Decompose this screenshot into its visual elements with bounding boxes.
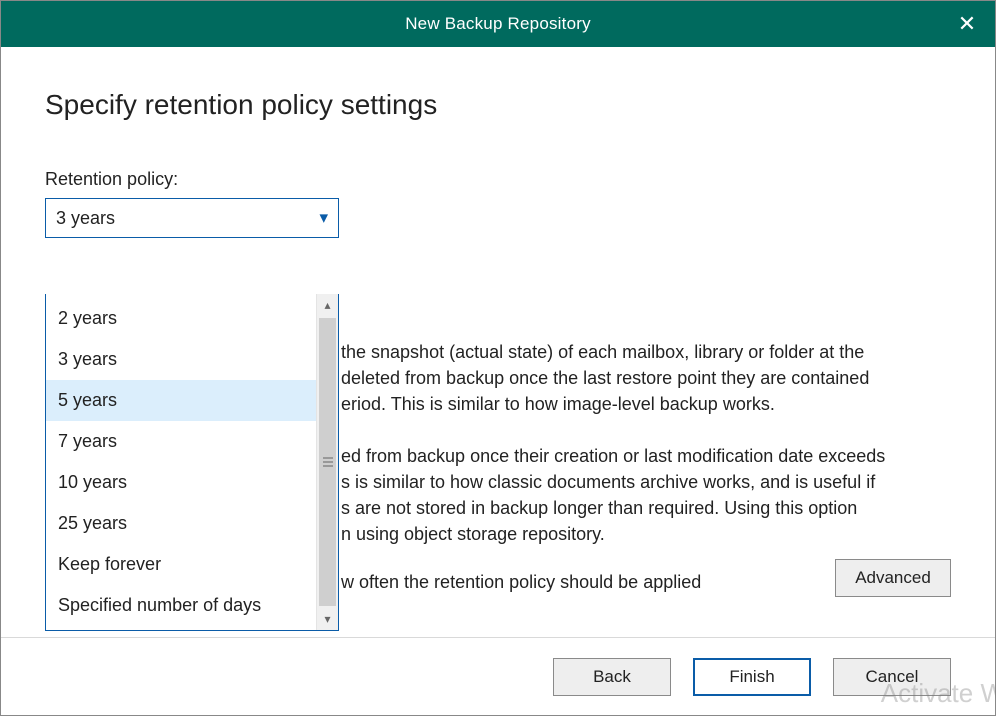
dropdown-option[interactable]: 7 years [46, 421, 316, 462]
scroll-down-icon[interactable]: ▾ [317, 608, 338, 630]
dialog-new-backup-repository: New Backup Repository ✕ Specify retentio… [0, 0, 996, 716]
window-title: New Backup Repository [405, 14, 591, 34]
retention-policy-value: 3 years [56, 208, 115, 229]
dropdown-option[interactable]: 10 years [46, 462, 316, 503]
finish-button[interactable]: Finish [693, 658, 811, 696]
scroll-thumb[interactable] [319, 318, 336, 606]
scroll-up-icon[interactable]: ▴ [317, 294, 338, 316]
description-snapshot: the snapshot (actual state) of each mail… [341, 339, 869, 417]
dropdown-scrollbar[interactable]: ▴ ▾ [316, 294, 338, 630]
close-button[interactable]: ✕ [939, 1, 995, 47]
cancel-button[interactable]: Cancel [833, 658, 951, 696]
dropdown-option[interactable]: 3 years [46, 339, 316, 380]
dropdown-option[interactable]: 2 years [46, 298, 316, 339]
close-icon: ✕ [958, 13, 976, 35]
description-item-level: ed from backup once their creation or la… [341, 443, 885, 547]
dropdown-option[interactable]: 5 years [46, 380, 316, 421]
dropdown-option[interactable]: Keep forever [46, 544, 316, 585]
titlebar: New Backup Repository ✕ [1, 1, 995, 47]
chevron-down-icon: ▾ [319, 208, 328, 228]
dropdown-option[interactable]: 25 years [46, 503, 316, 544]
dialog-footer: Back Finish Cancel Activate W [1, 637, 995, 715]
page-heading: Specify retention policy settings [45, 89, 951, 121]
retention-policy-label: Retention policy: [45, 169, 951, 190]
dropdown-list: 2 years 3 years 5 years 7 years 10 years… [46, 294, 316, 630]
back-button[interactable]: Back [553, 658, 671, 696]
scroll-track[interactable] [317, 316, 338, 608]
dropdown-option[interactable]: Specified number of days [46, 585, 316, 626]
advanced-button[interactable]: Advanced [835, 559, 951, 597]
retention-policy-select[interactable]: 3 years ▾ [45, 198, 339, 238]
dialog-content: Specify retention policy settings Retent… [1, 47, 995, 637]
description-schedule: w often the retention policy should be a… [341, 569, 811, 595]
retention-policy-dropdown: 2 years 3 years 5 years 7 years 10 years… [45, 294, 339, 631]
